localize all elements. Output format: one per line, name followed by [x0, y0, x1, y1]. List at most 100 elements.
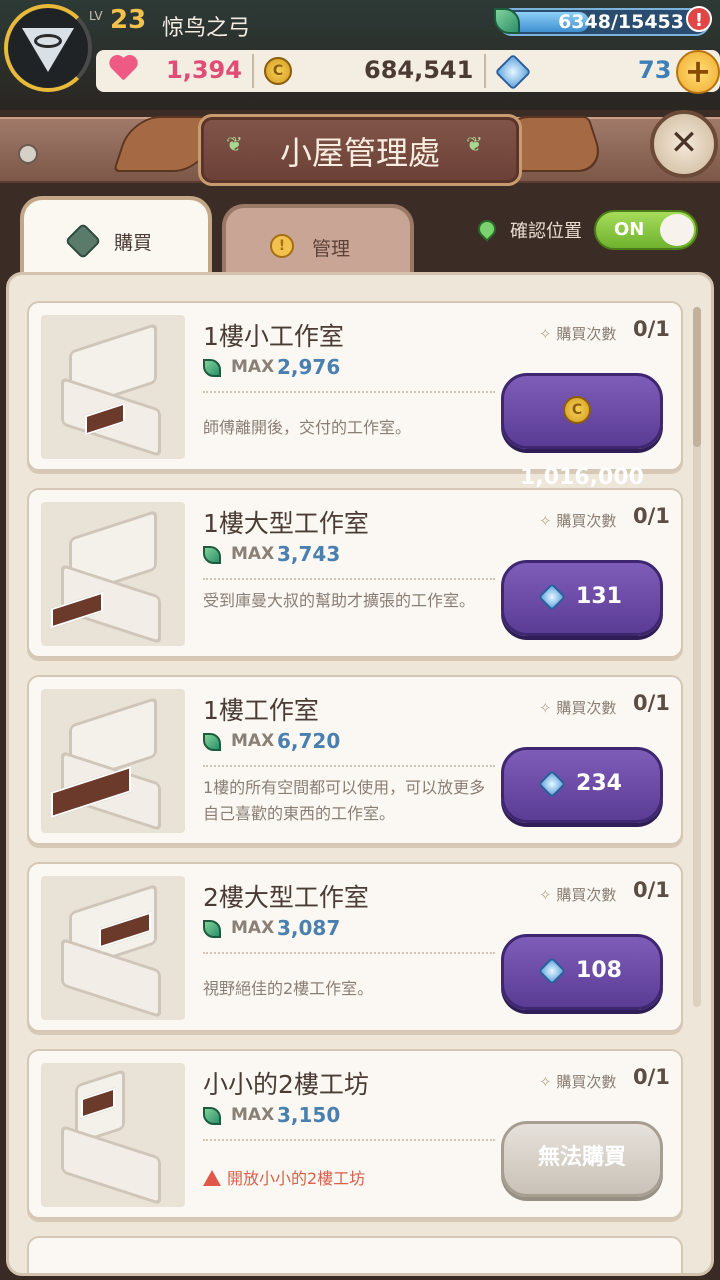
purchase-count-label: 購買次數	[539, 323, 616, 344]
room-thumbnail	[41, 689, 185, 833]
buy-button[interactable]: 108	[501, 934, 663, 1010]
tab-manage-label: 管理	[312, 238, 351, 260]
item-title: 1樓小工作室	[203, 322, 344, 351]
gem-icon	[537, 769, 567, 799]
max-label: MAX	[231, 1105, 275, 1125]
list-item	[27, 1236, 683, 1273]
leaf-icon	[203, 733, 221, 751]
max-label: MAX	[231, 544, 275, 564]
cannot-buy-button[interactable]: 無法購買	[501, 1121, 663, 1197]
item-title: 2樓大型工作室	[203, 883, 369, 912]
warning-icon	[203, 1170, 221, 1186]
leaf-icon	[203, 359, 221, 377]
item-description: 視野絕佳的2樓工作室。	[203, 979, 374, 998]
list-item: 1樓大型工作室 MAX 3,743 受到庫曼大叔的幫助才擴張的工作室。 購買次數…	[27, 488, 683, 658]
price: 1,016,000	[520, 465, 644, 490]
list-item: 小小的2樓工坊 MAX 3,150 開放小小的2樓工坊 購買次數 0/1 無法購…	[27, 1049, 683, 1219]
purchase-count: 0/1	[633, 1065, 670, 1089]
energy-bar: 6348/15453	[498, 8, 710, 36]
close-button[interactable]: ✕	[650, 110, 718, 178]
coins-value: 684,541	[364, 56, 474, 84]
buy-button[interactable]: C 1,016,000	[501, 373, 663, 490]
location-label: 確認位置	[510, 221, 582, 242]
item-description: 受到庫曼大叔的幫助才擴張的工作室。	[203, 591, 476, 610]
unlock-warning: 開放小小的2樓工坊	[203, 1165, 365, 1189]
room-thumbnail	[41, 1063, 185, 1207]
max-value: 2,976	[277, 355, 341, 379]
list-item: 1樓小工作室 MAX 2,976 師傅離開後，交付的工作室。 購買次數 0/1 …	[27, 301, 683, 490]
room-shape	[61, 1124, 161, 1206]
max-label: MAX	[231, 357, 275, 377]
room-list[interactable]: 1樓小工作室 MAX 2,976 師傅離開後，交付的工作室。 購買次數 0/1 …	[6, 272, 714, 1276]
tab-manage[interactable]: ! 管理	[222, 204, 414, 272]
item-title: 1樓工作室	[203, 696, 319, 725]
level-tag: LV	[89, 9, 103, 23]
scrollbar[interactable]	[693, 307, 701, 1007]
scrollbar-thumb[interactable]	[693, 307, 701, 447]
leaf-icon	[203, 920, 221, 938]
pin-icon	[18, 144, 38, 164]
location-toggle[interactable]: ON	[594, 210, 698, 250]
energy-value: 6348/15453	[558, 11, 684, 33]
heart-icon	[108, 56, 138, 84]
divider	[203, 578, 495, 580]
tab-buy[interactable]: 購買	[20, 196, 212, 280]
price: 234	[576, 771, 622, 796]
buy-button[interactable]: 131	[501, 560, 663, 636]
purchase-count-label: 購買次數	[539, 510, 616, 531]
player-name: 惊鸟之弓	[162, 16, 251, 41]
page-title: 小屋管理處	[279, 134, 440, 172]
item-title: 小小的2樓工坊	[203, 1070, 369, 1099]
item-title: 1樓大型工作室	[203, 509, 369, 538]
max-value: 3,743	[277, 542, 341, 566]
purchase-count-label: 購買次數	[539, 697, 616, 718]
gem-icon	[537, 956, 567, 986]
max-label: MAX	[231, 918, 275, 938]
price: 131	[576, 584, 622, 609]
divider	[203, 391, 495, 393]
max-value: 3,087	[277, 916, 341, 940]
manage-icon: !	[270, 234, 294, 258]
purchase-count: 0/1	[633, 691, 670, 715]
list-item: 2樓大型工作室 MAX 3,087 視野絕佳的2樓工作室。 購買次數 0/1 1…	[27, 862, 683, 1032]
gem-icon	[537, 582, 567, 612]
divider	[484, 54, 486, 88]
tab-buy-label: 購買	[114, 232, 153, 254]
divider	[203, 765, 495, 767]
avatar-eye-icon	[34, 34, 62, 48]
player-avatar[interactable]	[4, 4, 92, 92]
coin-icon: C	[264, 57, 292, 85]
add-gems-button[interactable]: +	[676, 50, 720, 94]
purchase-count: 0/1	[633, 317, 670, 341]
list-item: 1樓工作室 MAX 6,720 1樓的所有空間都可以使用，可以放更多自己喜歡的東…	[27, 675, 683, 845]
purchase-count-label: 購買次數	[539, 1071, 616, 1092]
purchase-count-label: 購買次數	[539, 884, 616, 905]
toggle-label: ON	[614, 219, 645, 240]
room-thumbnail	[41, 876, 185, 1020]
room-thumbnail	[41, 315, 185, 459]
warning-text: 開放小小的2樓工坊	[227, 1169, 366, 1188]
divider	[203, 1139, 495, 1141]
room-thumbnail	[41, 502, 185, 646]
max-label: MAX	[231, 731, 275, 751]
purchase-count: 0/1	[633, 878, 670, 902]
max-value: 6,720	[277, 729, 341, 753]
alert-icon[interactable]: !	[686, 6, 712, 32]
price: 無法購買	[537, 1145, 626, 1170]
leaf-icon	[203, 1107, 221, 1125]
player-level: 23	[110, 5, 147, 35]
item-description: 1樓的所有空間都可以使用，可以放更多自己喜歡的東西的工作室。	[203, 778, 486, 823]
max-value: 3,150	[277, 1103, 341, 1127]
purchase-count: 0/1	[633, 504, 670, 528]
divider	[203, 952, 495, 954]
item-description: 師傅離開後，交付的工作室。	[203, 418, 412, 437]
coin-icon: C	[563, 396, 591, 424]
buy-button[interactable]: 234	[501, 747, 663, 823]
gems-value: 73	[638, 56, 672, 84]
price: 108	[576, 958, 622, 983]
leaf-icon	[203, 546, 221, 564]
toggle-knob	[660, 214, 694, 246]
hearts-value: 1,394	[166, 56, 242, 84]
divider	[252, 54, 254, 88]
buy-room-icon	[64, 222, 102, 260]
